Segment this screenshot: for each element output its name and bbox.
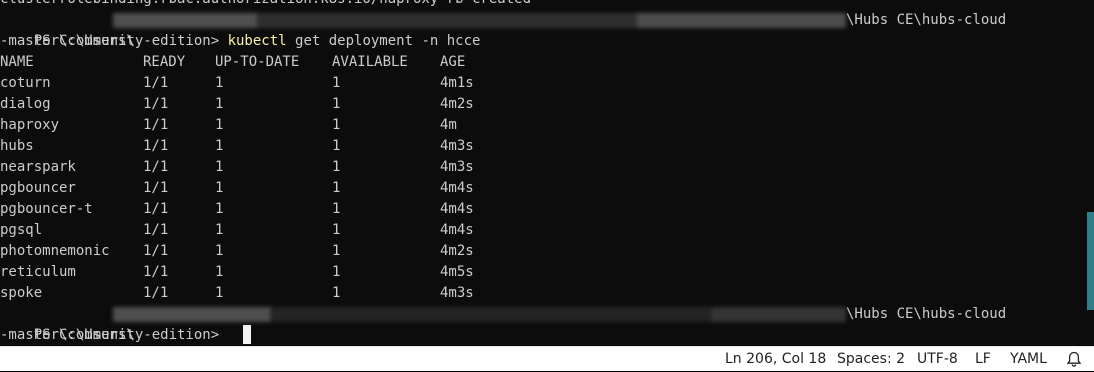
cell-name: hubs xyxy=(0,138,34,154)
cell-up-to-date: 1 xyxy=(215,243,224,259)
cell-name: dialog xyxy=(0,96,51,112)
cell-up-to-date: 1 xyxy=(215,264,224,280)
redacted-region xyxy=(711,307,846,322)
cell-age: 4m5s xyxy=(440,264,474,280)
prompt-path-suffix: \Hubs CE\hubs-cloud xyxy=(846,306,1007,322)
cell-age: 4m3s xyxy=(440,285,474,301)
header-age: AGE xyxy=(440,54,466,70)
cell-ready: 1/1 xyxy=(143,75,169,91)
prompt-path-suffix: \Hubs CE\hubs-cloud xyxy=(846,12,1007,28)
cell-up-to-date: 1 xyxy=(215,222,224,238)
cell-up-to-date: 1 xyxy=(215,117,224,133)
cell-name: coturn xyxy=(0,75,51,91)
cell-age: 4m4s xyxy=(440,201,474,217)
table-row: haproxy 1/1 1 1 4m xyxy=(0,115,1094,136)
cell-ready: 1/1 xyxy=(143,201,169,217)
cell-ready: 1/1 xyxy=(143,222,169,238)
cell-available: 1 xyxy=(332,243,341,259)
cell-name: pgbouncer-t xyxy=(0,201,93,217)
cell-available: 1 xyxy=(332,222,341,238)
command-args: get deployment -n hcce xyxy=(286,33,481,49)
cell-available: 1 xyxy=(332,264,341,280)
scrollbar-thumb[interactable] xyxy=(1087,212,1094,310)
input-line[interactable]: -master\community-edition> xyxy=(0,325,228,346)
cell-up-to-date: 1 xyxy=(215,201,224,217)
cell-age: 4m4s xyxy=(440,180,474,196)
header-name: NAME xyxy=(0,54,34,70)
cell-available: 1 xyxy=(332,117,341,133)
table-row: hubs 1/1 1 1 4m3s xyxy=(0,136,1094,157)
cell-age: 4m3s xyxy=(440,159,474,175)
terminal-panel[interactable]: clusterrolebinding.rbac.authorization.k8… xyxy=(0,0,1094,346)
cell-name: nearspark xyxy=(0,159,76,175)
cell-available: 1 xyxy=(332,138,341,154)
cell-age: 4m xyxy=(440,117,457,133)
language-mode-item[interactable]: YAML xyxy=(1010,351,1047,368)
line-ending-item[interactable]: LF xyxy=(975,351,991,368)
cell-available: 1 xyxy=(332,180,341,196)
cell-name: pgsql xyxy=(0,222,43,238)
cell-up-to-date: 1 xyxy=(215,96,224,112)
table-row: dialog 1/1 1 1 4m2s xyxy=(0,94,1094,115)
cell-age: 4m2s xyxy=(440,96,474,112)
indentation-item[interactable]: Spaces: 2 xyxy=(837,351,905,368)
cell-up-to-date: 1 xyxy=(215,159,224,175)
cell-age: 4m3s xyxy=(440,138,474,154)
table-header: NAME READY UP-TO-DATE AVAILABLE AGE xyxy=(0,52,1094,73)
cell-ready: 1/1 xyxy=(143,264,169,280)
command-line: -master\community-edition> kubectl get d… xyxy=(0,31,480,52)
cell-ready: 1/1 xyxy=(143,180,169,196)
table-row: nearspark 1/1 1 1 4m3s xyxy=(0,157,1094,178)
redacted-region xyxy=(636,13,846,28)
cell-up-to-date: 1 xyxy=(215,75,224,91)
redacted-region xyxy=(271,307,711,322)
table-row: pgsql 1/1 1 1 4m4s xyxy=(0,220,1094,241)
cell-available: 1 xyxy=(332,201,341,217)
cell-available: 1 xyxy=(332,75,341,91)
table-row: reticulum 1/1 1 1 4m5s xyxy=(0,262,1094,283)
cell-ready: 1/1 xyxy=(143,96,169,112)
status-bar: Ln 206, Col 18 Spaces: 2 UTF-8 LF YAML xyxy=(0,346,1094,371)
cell-name: haproxy xyxy=(0,117,60,133)
cell-name: photomnemonic xyxy=(0,243,110,259)
cell-ready: 1/1 xyxy=(143,159,169,175)
cell-available: 1 xyxy=(332,285,341,301)
prompt-path: -master\community-edition> xyxy=(0,33,228,49)
cell-available: 1 xyxy=(332,159,341,175)
cell-ready: 1/1 xyxy=(143,138,169,154)
prompt-path: -master\community-edition> xyxy=(0,327,228,343)
redacted-region xyxy=(113,13,258,28)
text-cursor xyxy=(243,325,251,344)
redacted-region xyxy=(258,13,636,28)
bell-icon[interactable] xyxy=(1066,351,1082,368)
cell-available: 1 xyxy=(332,96,341,112)
header-available: AVAILABLE xyxy=(332,54,408,70)
table-row: pgbouncer-t 1/1 1 1 4m4s xyxy=(0,199,1094,220)
encoding-item[interactable]: UTF-8 xyxy=(917,351,958,368)
header-up-to-date: UP-TO-DATE xyxy=(215,54,300,70)
cell-age: 4m4s xyxy=(440,222,474,238)
table-row: photomnemonic 1/1 1 1 4m2s xyxy=(0,241,1094,262)
redacted-region xyxy=(113,307,271,322)
cell-name: pgbouncer xyxy=(0,180,76,196)
cell-ready: 1/1 xyxy=(143,117,169,133)
cursor-position-item[interactable]: Ln 206, Col 18 xyxy=(725,351,826,368)
cell-up-to-date: 1 xyxy=(215,138,224,154)
cell-up-to-date: 1 xyxy=(215,285,224,301)
cell-ready: 1/1 xyxy=(143,243,169,259)
header-ready: READY xyxy=(143,54,186,70)
cell-age: 4m2s xyxy=(440,243,474,259)
table-row: pgbouncer 1/1 1 1 4m4s xyxy=(0,178,1094,199)
cell-ready: 1/1 xyxy=(143,285,169,301)
table-row: spoke 1/1 1 1 4m3s xyxy=(0,283,1094,304)
table-row: coturn 1/1 1 1 4m1s xyxy=(0,73,1094,94)
cell-age: 4m1s xyxy=(440,75,474,91)
partial-output-line: clusterrolebinding.rbac.authorization.k8… xyxy=(0,0,531,10)
cell-name: reticulum xyxy=(0,264,76,280)
cell-name: spoke xyxy=(0,285,43,301)
command-name: kubectl xyxy=(227,33,287,49)
cell-up-to-date: 1 xyxy=(215,180,224,196)
